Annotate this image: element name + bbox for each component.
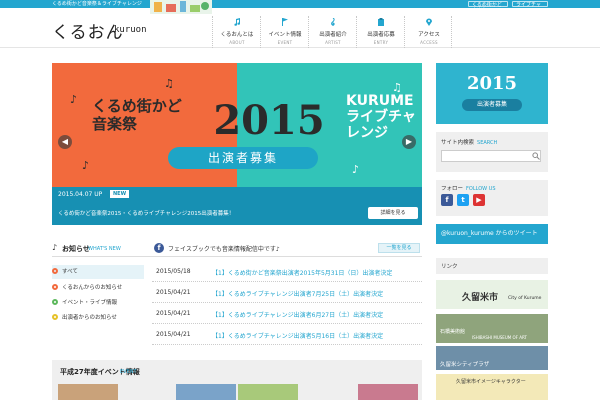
kurume-city-sub: City of Kurume <box>508 296 542 301</box>
category-kuruon[interactable]: くるおんからのお知らせ <box>52 281 144 295</box>
search-box: サイト内検索 SEARCH <box>436 132 548 172</box>
site-header: くるおん kuruon くるおんとは ABOUT イベント情報 EVENT 出演… <box>0 0 600 48</box>
mascot-label: 久留米市イメージキャラクター <box>456 379 526 385</box>
news-date: 2015/05/18 <box>156 268 191 275</box>
nav-entry[interactable]: 出演者応募 ENTRY <box>356 16 404 48</box>
festival-title: くるめ街かど音楽祭 <box>92 97 182 133</box>
news-item[interactable]: 2015/04/21 【1】くるめライブチャレンジ出演者7月25日（土）出演者決… <box>152 284 422 303</box>
hero-year: 2015 <box>213 97 325 144</box>
event-thumbnail[interactable] <box>358 384 418 400</box>
city-plaza-link[interactable]: 久留米シティプラザ <box>436 346 548 370</box>
live-challenge-link[interactable]: ライブチャレンジ <box>512 1 548 14</box>
flag-icon <box>282 18 288 26</box>
music-note-icon: ♪ <box>52 243 58 252</box>
category-dot-icon <box>52 268 58 274</box>
nav-event[interactable]: イベント情報 EVENT <box>260 16 308 48</box>
music-note-icon: ♪ <box>82 159 90 172</box>
event-thumbnail[interactable] <box>238 384 298 400</box>
clipboard-icon <box>378 18 384 26</box>
side-banner-recruit: 出演者募集 <box>462 99 522 111</box>
city-plaza-label: 久留米シティプラザ <box>440 362 490 368</box>
festival-link[interactable]: くるめ街かど音楽祭 <box>468 1 508 14</box>
news-link[interactable]: 【1】くるめライブチャレンジ出演者6月27日（土）出演者決定 <box>212 310 383 319</box>
follow-title-en: FOLLOW US <box>466 186 496 192</box>
hero-caption-text[interactable]: くるめ街かど音楽祭2015・くるめライブチャレンジ2015出演者募集！ <box>58 209 234 217</box>
site-logo-romaji[interactable]: kuruon <box>114 25 147 35</box>
top-bar: くるめ街かど音楽祭＆ライブチャレンジ くるめ街かど音楽祭 ライブチャレンジ <box>0 0 600 14</box>
recruit-banner: 出演者募集 <box>168 147 318 169</box>
nav-access[interactable]: アクセス ACCESS <box>404 16 452 48</box>
links-title: リンク <box>441 264 458 270</box>
live-challenge-title: KURUME ライブチャレンジ <box>346 93 416 141</box>
search-input[interactable] <box>441 150 541 162</box>
news-title-en: WHAT'S NEW <box>88 246 121 252</box>
music-note-icon <box>234 18 241 26</box>
event-thumbnail[interactable] <box>58 384 118 400</box>
news-item[interactable]: 2015/05/18 【1】くるめ街かど音楽祭出演者2015年5月31日（日）出… <box>152 263 422 282</box>
twitter-icon[interactable]: t <box>457 194 469 206</box>
nav-artist[interactable]: 出演者紹介 ARTIST <box>308 16 356 48</box>
category-dot-icon <box>52 299 58 305</box>
event-title-en: EVENT <box>120 369 137 375</box>
search-title: サイト内検索 <box>441 140 475 146</box>
hero-slider[interactable]: ♪ ♫ ♪ ♫ ♪ くるめ街かど音楽祭 2015 KURUME ライブチャレンジ… <box>52 63 422 225</box>
follow-box: フォロー FOLLOW US f t ▶ <box>436 180 548 216</box>
post-date: 2015.04.07 UP <box>58 191 103 198</box>
youtube-icon[interactable]: ▶ <box>473 194 485 206</box>
hero-caption: 2015.04.07 UP NEW くるめ街かど音楽祭2015・くるめライブチャ… <box>52 187 422 225</box>
news-item[interactable]: 2015/04/21 【1】くるめライブチャレンジ出演者6月27日（土）出演者決… <box>152 305 422 324</box>
news-date: 2015/04/21 <box>156 331 191 338</box>
search-icon[interactable] <box>532 152 540 160</box>
site-tagline: くるめ街かど音楽祭＆ライブチャレンジ <box>52 1 142 7</box>
search-title-en: SEARCH <box>477 140 498 146</box>
news-date: 2015/04/21 <box>156 289 191 296</box>
news-list-button[interactable]: 一覧を見る <box>378 243 420 253</box>
news-header: ♪ お知らせ WHAT'S NEW f フェイスブックでも音楽情報配信中です♪ … <box>52 241 422 257</box>
twitter-timeline-link[interactable]: @kuruon_kurume からのツイート <box>436 224 548 244</box>
music-note-icon: ♪ <box>352 163 360 176</box>
site-logo[interactable]: くるおん <box>52 18 124 43</box>
news-title: お知らせ <box>62 245 90 253</box>
main-nav: くるおんとは ABOUT イベント情報 EVENT 出演者紹介 ARTIST 出… <box>212 16 452 48</box>
slider-next-button[interactable]: ▶ <box>402 135 416 149</box>
kurume-city-link[interactable]: 久留米市 City of Kurume <box>436 280 548 309</box>
news-link[interactable]: 【1】くるめライブチャレンジ出演者5月16日（土）出演者決定 <box>212 331 383 340</box>
facebook-message[interactable]: フェイスブックでも音楽情報配信中です♪ <box>168 244 280 253</box>
music-note-icon: ♫ <box>164 77 174 90</box>
treble-clef-icon <box>331 18 335 26</box>
follow-title: フォロー <box>441 186 464 192</box>
kurume-city-label: 久留米市 <box>462 293 499 303</box>
category-dot-icon <box>52 284 58 290</box>
news-link[interactable]: 【1】くるめライブチャレンジ出演者7月25日（土）出演者決定 <box>212 289 383 298</box>
ishibashi-museum-link[interactable]: 石橋美術館 ISHIBASHI MUSEUM OF ART <box>436 314 548 343</box>
category-all[interactable]: すべて <box>52 265 144 279</box>
new-badge: NEW <box>110 190 130 198</box>
side-banner-year: 2015 <box>466 73 518 94</box>
news-date: 2015/04/21 <box>156 310 191 317</box>
side-recruit-banner[interactable]: 2015 出演者募集 <box>436 63 548 124</box>
nav-about[interactable]: くるおんとは ABOUT <box>212 16 260 48</box>
links-box: リンク <box>436 258 548 274</box>
category-artist[interactable]: 出演者からのお知らせ <box>52 311 144 325</box>
event-thumbnail[interactable] <box>176 384 236 400</box>
slider-prev-button[interactable]: ◀ <box>58 135 72 149</box>
city-illustration-icon <box>150 0 212 14</box>
category-event[interactable]: イベント・ライブ情報 <box>52 296 144 310</box>
news-link[interactable]: 【1】くるめ街かど音楽祭出演者2015年5月31日（日）出演者決定 <box>212 268 392 277</box>
museum-label: 石橋美術館 <box>440 329 466 335</box>
event-section: 平成27年度イベント情報 EVENT <box>52 360 422 400</box>
mascot-link[interactable]: 久留米市イメージキャラクター <box>436 374 548 400</box>
category-dot-icon <box>52 314 58 320</box>
facebook-icon[interactable]: f <box>154 243 164 253</box>
museum-sub: ISHIBASHI MUSEUM OF ART <box>472 335 527 340</box>
detail-button[interactable]: 詳細を見る <box>368 207 418 219</box>
facebook-icon[interactable]: f <box>441 194 453 206</box>
music-note-icon: ♪ <box>70 93 78 106</box>
news-item[interactable]: 2015/04/21 【1】くるめライブチャレンジ出演者5月16日（土）出演者決… <box>152 326 422 345</box>
map-pin-icon <box>426 18 432 26</box>
